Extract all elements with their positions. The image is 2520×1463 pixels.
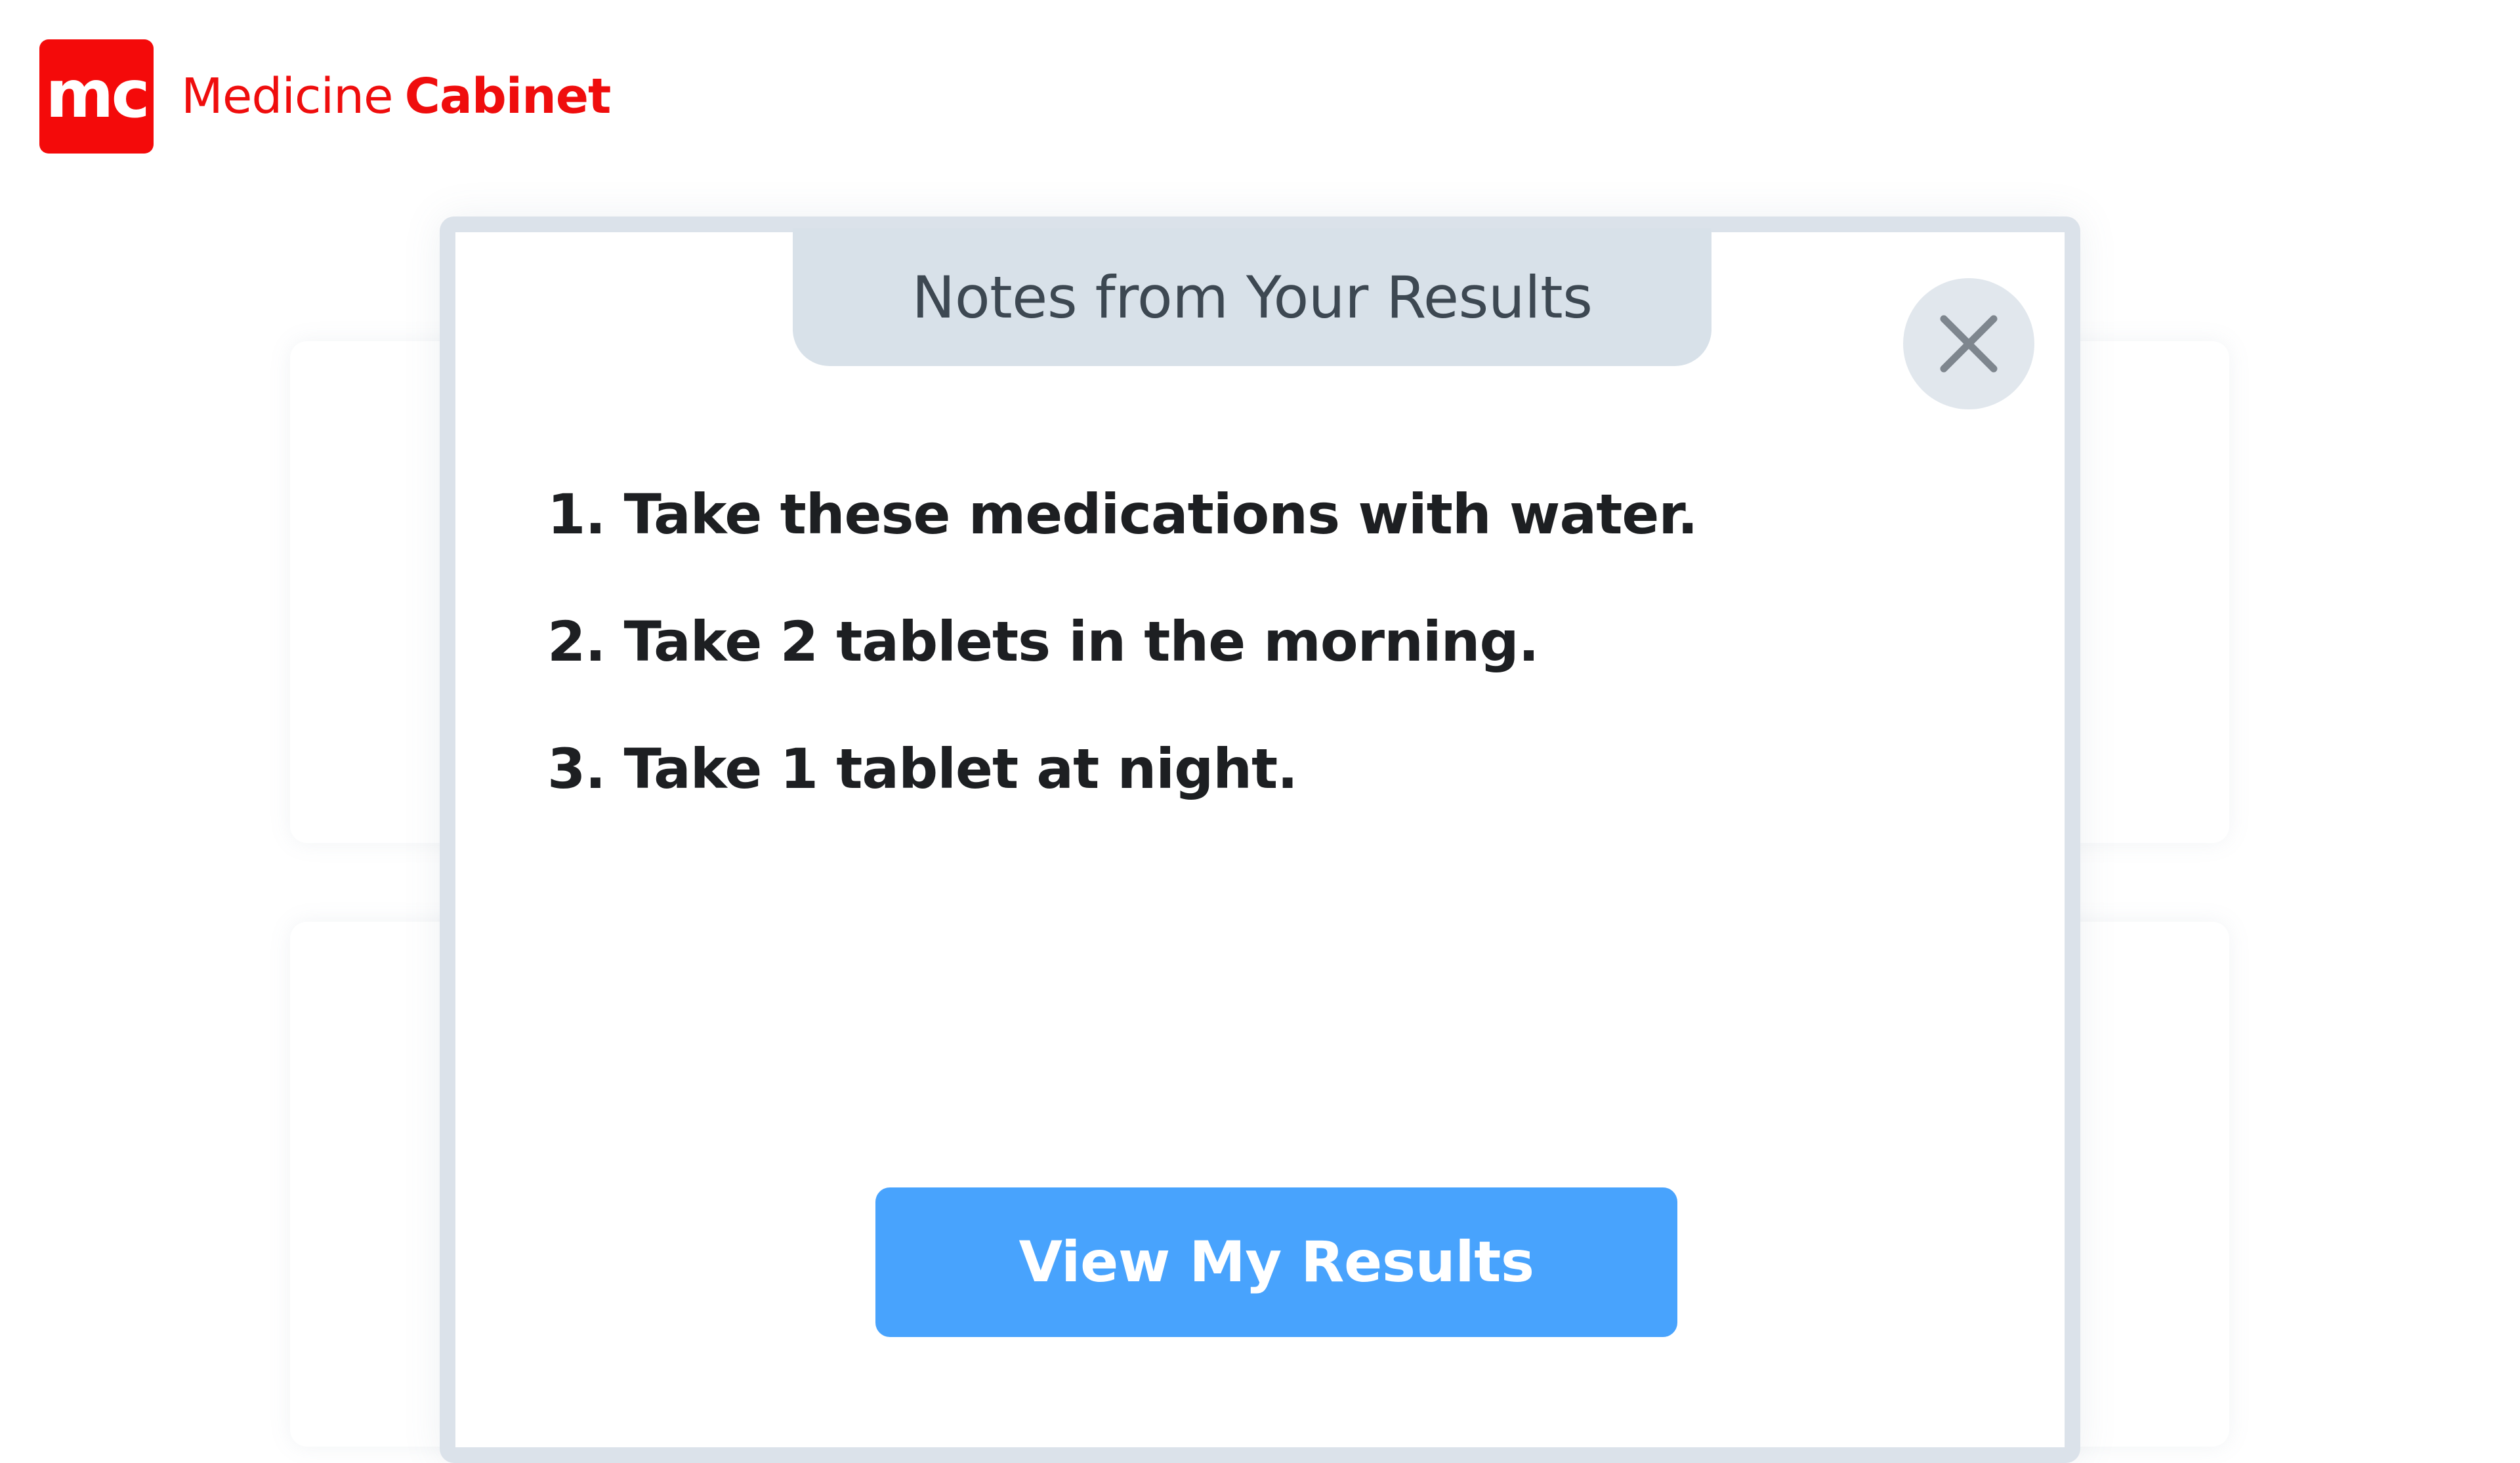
logo-text: mc — [45, 56, 150, 133]
close-icon — [1939, 314, 1999, 374]
brand-name-light: Medicine — [181, 68, 394, 125]
modal-title-tab: Notes from Your Results — [793, 228, 1712, 366]
logo[interactable]: mc — [39, 39, 154, 154]
notes-list: 1. Take these medications with water. 2.… — [547, 482, 1925, 863]
note-item: 3. Take 1 tablet at night. — [547, 737, 1298, 801]
brand-name-bold: Cabinet — [404, 68, 612, 125]
brand-header: mc Medicine Cabinet — [39, 39, 612, 154]
brand-name: Medicine Cabinet — [181, 68, 612, 125]
note-item: 2. Take 2 tablets in the morning. — [547, 609, 1540, 674]
close-button[interactable] — [1903, 278, 2034, 409]
modal-title: Notes from Your Results — [912, 263, 1593, 331]
view-my-results-button[interactable]: View My Results — [875, 1187, 1677, 1337]
results-notes-modal: Notes from Your Results 1. Take these me… — [440, 216, 2080, 1463]
note-item: 1. Take these medications with water. — [547, 482, 1698, 546]
